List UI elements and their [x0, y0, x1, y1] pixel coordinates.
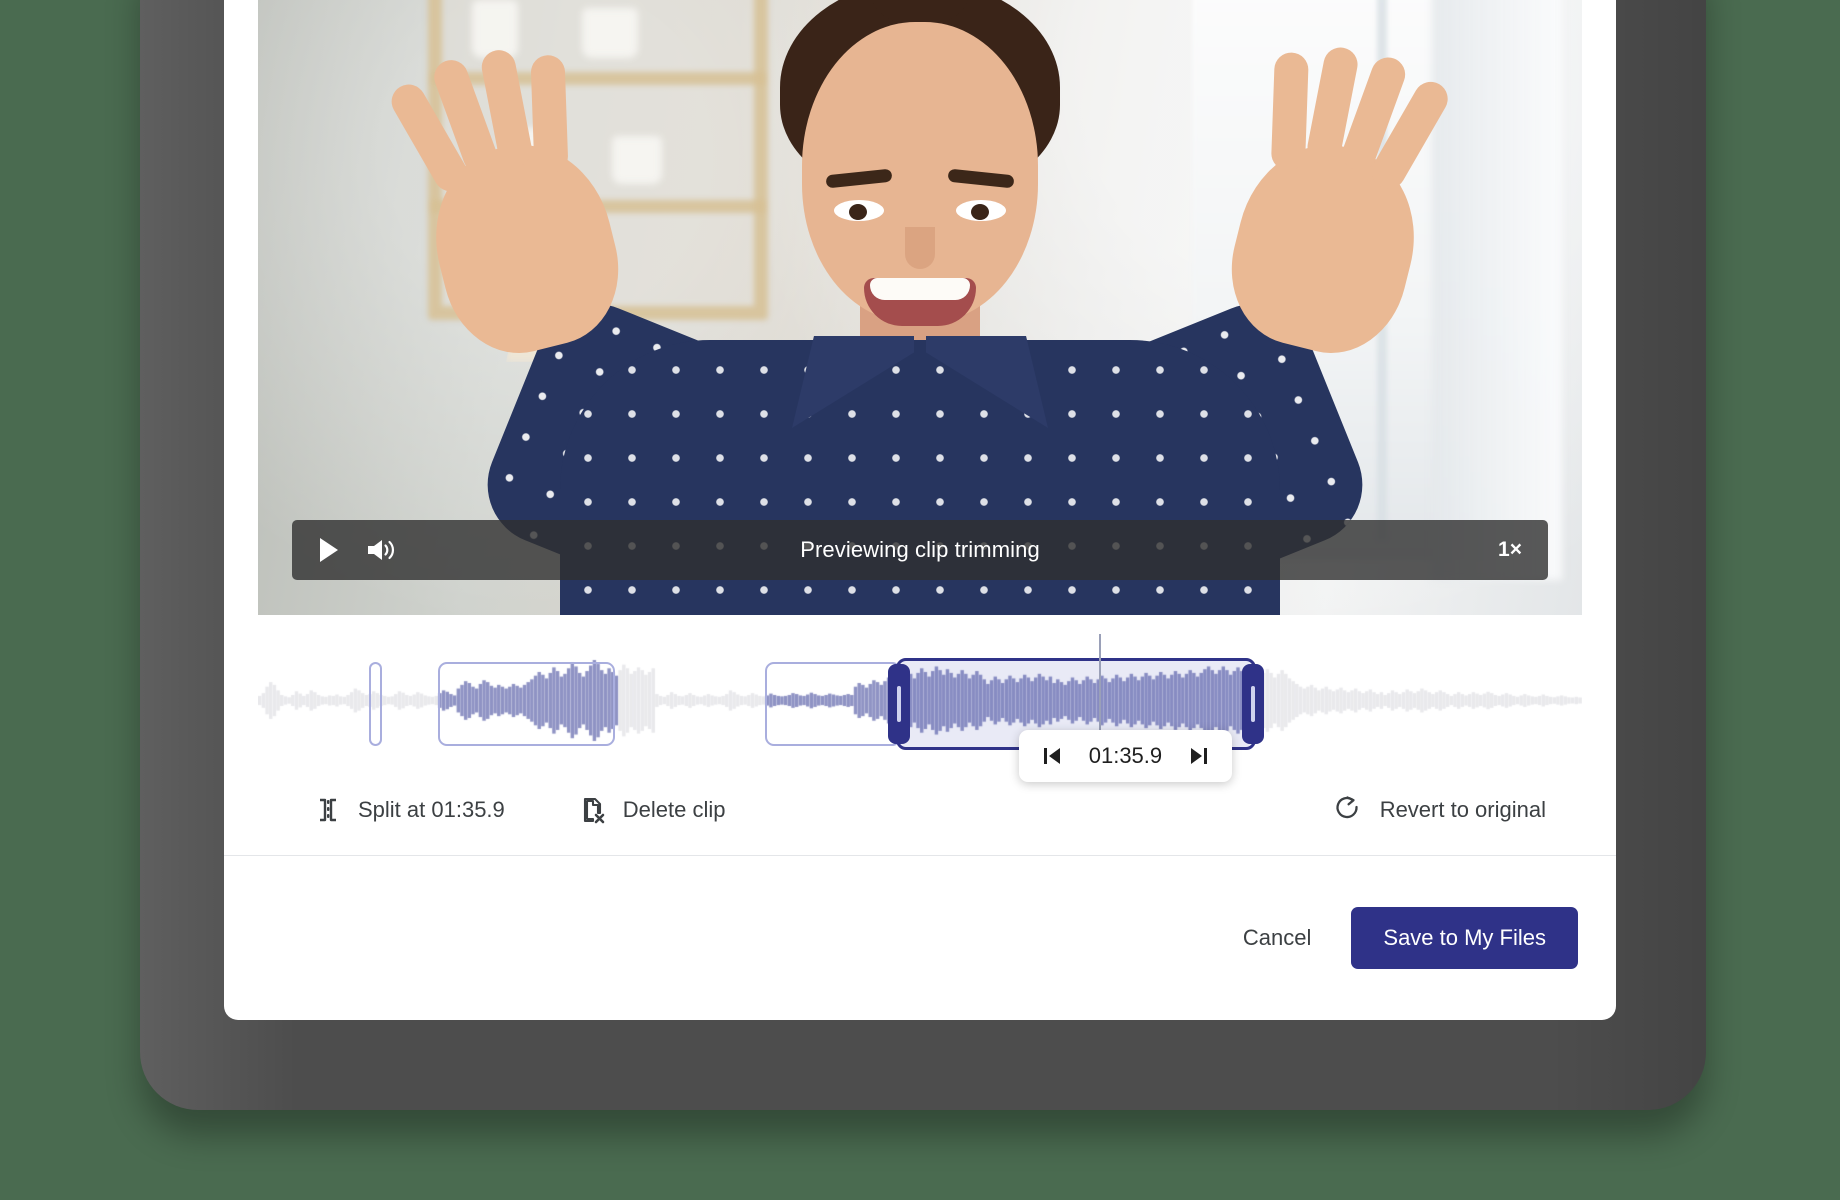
skip-next-icon[interactable] — [1188, 745, 1210, 767]
split-clip-label: Split at 01:35.9 — [358, 797, 505, 822]
revert-to-original-button[interactable]: Revert to original — [1334, 795, 1546, 825]
cancel-button[interactable]: Cancel — [1217, 911, 1337, 965]
delete-clip-label: Delete clip — [622, 797, 726, 822]
audio-timeline[interactable] — [258, 634, 1582, 760]
play-icon[interactable] — [318, 537, 340, 563]
player-control-bar: Previewing clip trimming 1× — [292, 520, 1548, 580]
trim-handle-end[interactable] — [1242, 664, 1265, 744]
split-clip-button[interactable]: Split at 01:35.9 — [314, 796, 505, 824]
revert-label: Revert to original — [1379, 797, 1546, 822]
clip-segment[interactable] — [369, 662, 383, 746]
clip-actions-row: Split at 01:35.9 Delete clip Revert to o… — [224, 765, 1616, 855]
playback-speed-label[interactable]: 1× — [1498, 538, 1522, 562]
delete-file-icon — [579, 796, 607, 824]
rotate-right-icon — [1334, 795, 1364, 825]
delete-clip-button[interactable]: Delete clip — [579, 796, 726, 824]
video-preview[interactable]: Previewing clip trimming 1× — [258, 0, 1582, 615]
save-to-my-files-button[interactable]: Save to My Files — [1351, 907, 1578, 969]
clip-editor-modal: Previewing clip trimming 1× 01:35.9 Spli… — [224, 0, 1616, 1020]
split-clip-icon — [314, 796, 342, 824]
skip-previous-icon[interactable] — [1041, 745, 1063, 767]
trim-handle-start[interactable] — [888, 664, 911, 744]
clip-segment[interactable] — [765, 662, 902, 746]
preview-status-text: Previewing clip trimming — [800, 537, 1040, 562]
clip-segment[interactable] — [438, 662, 616, 746]
volume-icon[interactable] — [366, 537, 396, 563]
modal-footer: Cancel Save to My Files — [224, 856, 1616, 1020]
